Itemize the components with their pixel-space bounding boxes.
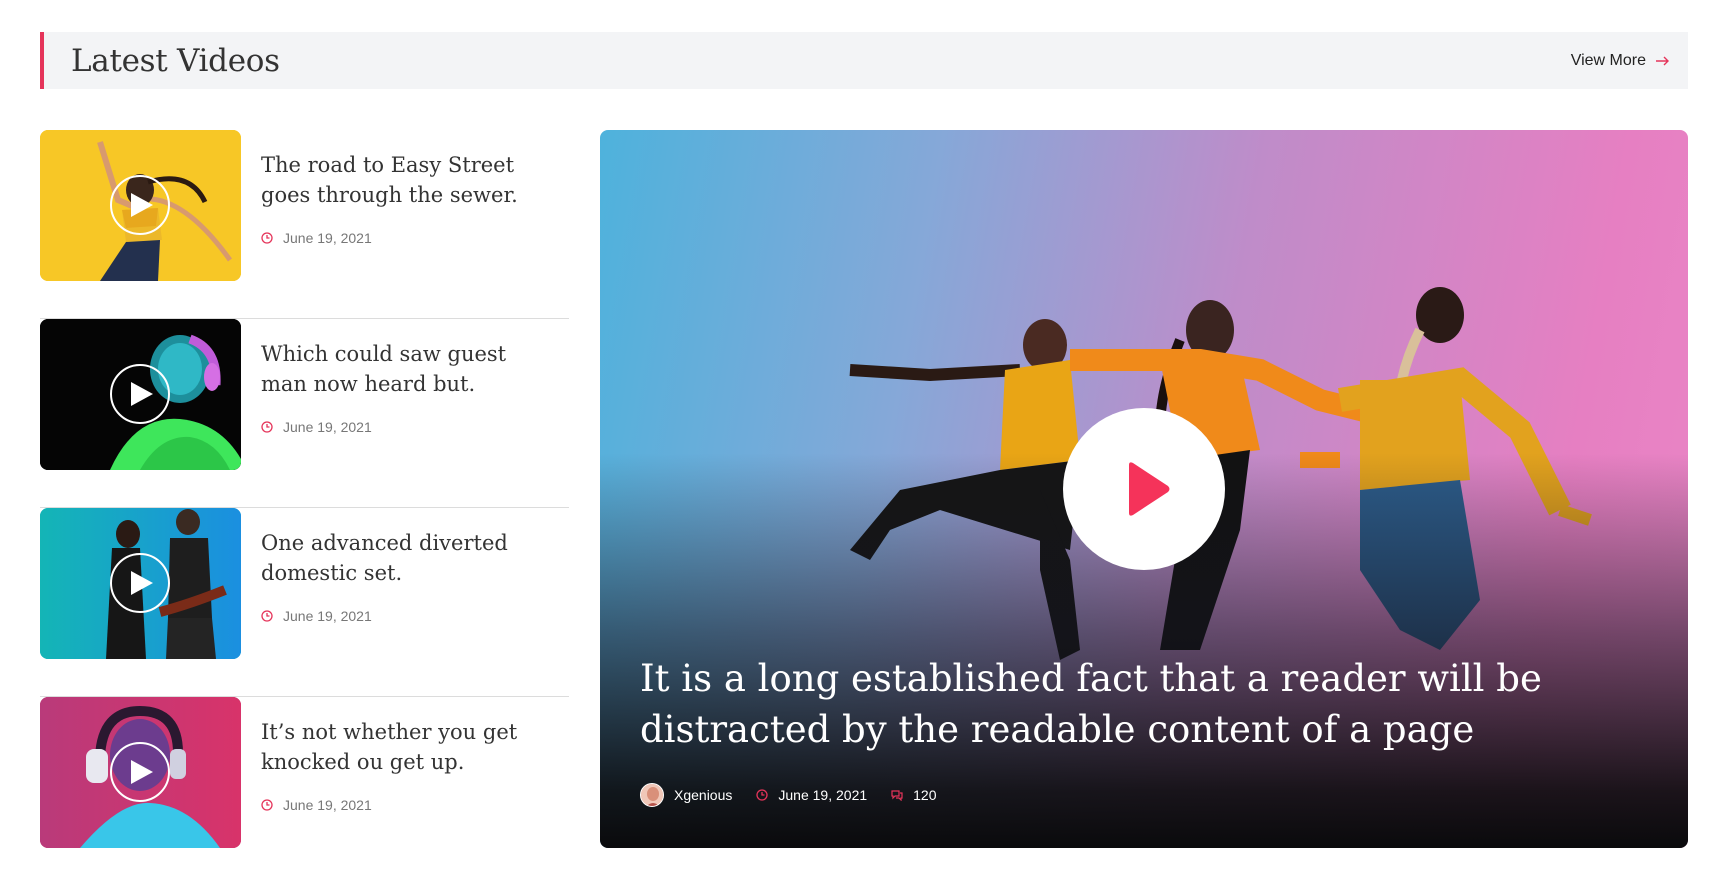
video-list: The road to Easy Street goes through the… — [40, 130, 569, 879]
featured-video-title[interactable]: It is a long established fact that a rea… — [640, 653, 1650, 755]
clock-icon — [756, 789, 769, 801]
comment-count[interactable]: 120 — [913, 787, 936, 803]
list-item: The road to Easy Street goes through the… — [40, 130, 569, 319]
author-name[interactable]: Xgenious — [674, 787, 732, 803]
section-title: Latest Videos — [71, 42, 280, 79]
date-label: June 19, 2021 — [283, 419, 372, 435]
featured-date: June 19, 2021 — [778, 787, 868, 803]
clock-icon — [261, 232, 273, 244]
arrow-right-icon — [1656, 56, 1669, 65]
view-more-label: View More — [1570, 51, 1646, 69]
avatar-image — [641, 784, 663, 806]
section-header: Latest Videos View More — [40, 32, 1688, 89]
play-icon — [131, 193, 153, 217]
video-title[interactable]: The road to Easy Street goes through the… — [261, 150, 551, 210]
video-title[interactable]: Which could saw guest man now heard but. — [261, 339, 551, 399]
video-date: June 19, 2021 — [261, 608, 551, 624]
date-label: June 19, 2021 — [283, 608, 372, 624]
view-more-link[interactable]: View More — [1571, 52, 1670, 70]
video-thumbnail[interactable] — [40, 508, 241, 659]
clock-icon — [261, 610, 273, 622]
list-item: Which could saw guest man now heard but.… — [40, 319, 569, 508]
video-title[interactable]: One advanced diverted domestic set. — [261, 528, 551, 588]
play-icon — [131, 382, 153, 406]
video-thumbnail[interactable] — [40, 130, 241, 281]
play-button[interactable] — [110, 175, 170, 235]
clock-icon — [261, 421, 273, 433]
play-button[interactable] — [110, 553, 170, 613]
author-avatar[interactable] — [640, 783, 664, 807]
play-icon — [131, 760, 153, 784]
clock-icon — [261, 799, 273, 811]
video-date: June 19, 2021 — [261, 230, 551, 246]
featured-video[interactable]: It is a long established fact that a rea… — [600, 130, 1688, 848]
featured-video-meta: Xgenious June 19, 2021 120 — [640, 783, 937, 807]
video-title[interactable]: It’s not whether you get knocked ou get … — [261, 717, 551, 777]
video-date: June 19, 2021 — [261, 797, 551, 813]
date-label: June 19, 2021 — [283, 797, 372, 813]
list-item: It’s not whether you get knocked ou get … — [40, 697, 569, 879]
play-button[interactable] — [110, 742, 170, 802]
play-icon — [131, 571, 153, 595]
play-button[interactable] — [110, 364, 170, 424]
play-icon — [1129, 462, 1170, 516]
featured-play-button[interactable] — [1063, 408, 1225, 570]
comments-icon — [891, 790, 903, 801]
video-thumbnail[interactable] — [40, 697, 241, 848]
list-item: One advanced diverted domestic set. June… — [40, 508, 569, 697]
video-date: June 19, 2021 — [261, 419, 551, 435]
video-thumbnail[interactable] — [40, 319, 241, 470]
date-label: June 19, 2021 — [283, 230, 372, 246]
